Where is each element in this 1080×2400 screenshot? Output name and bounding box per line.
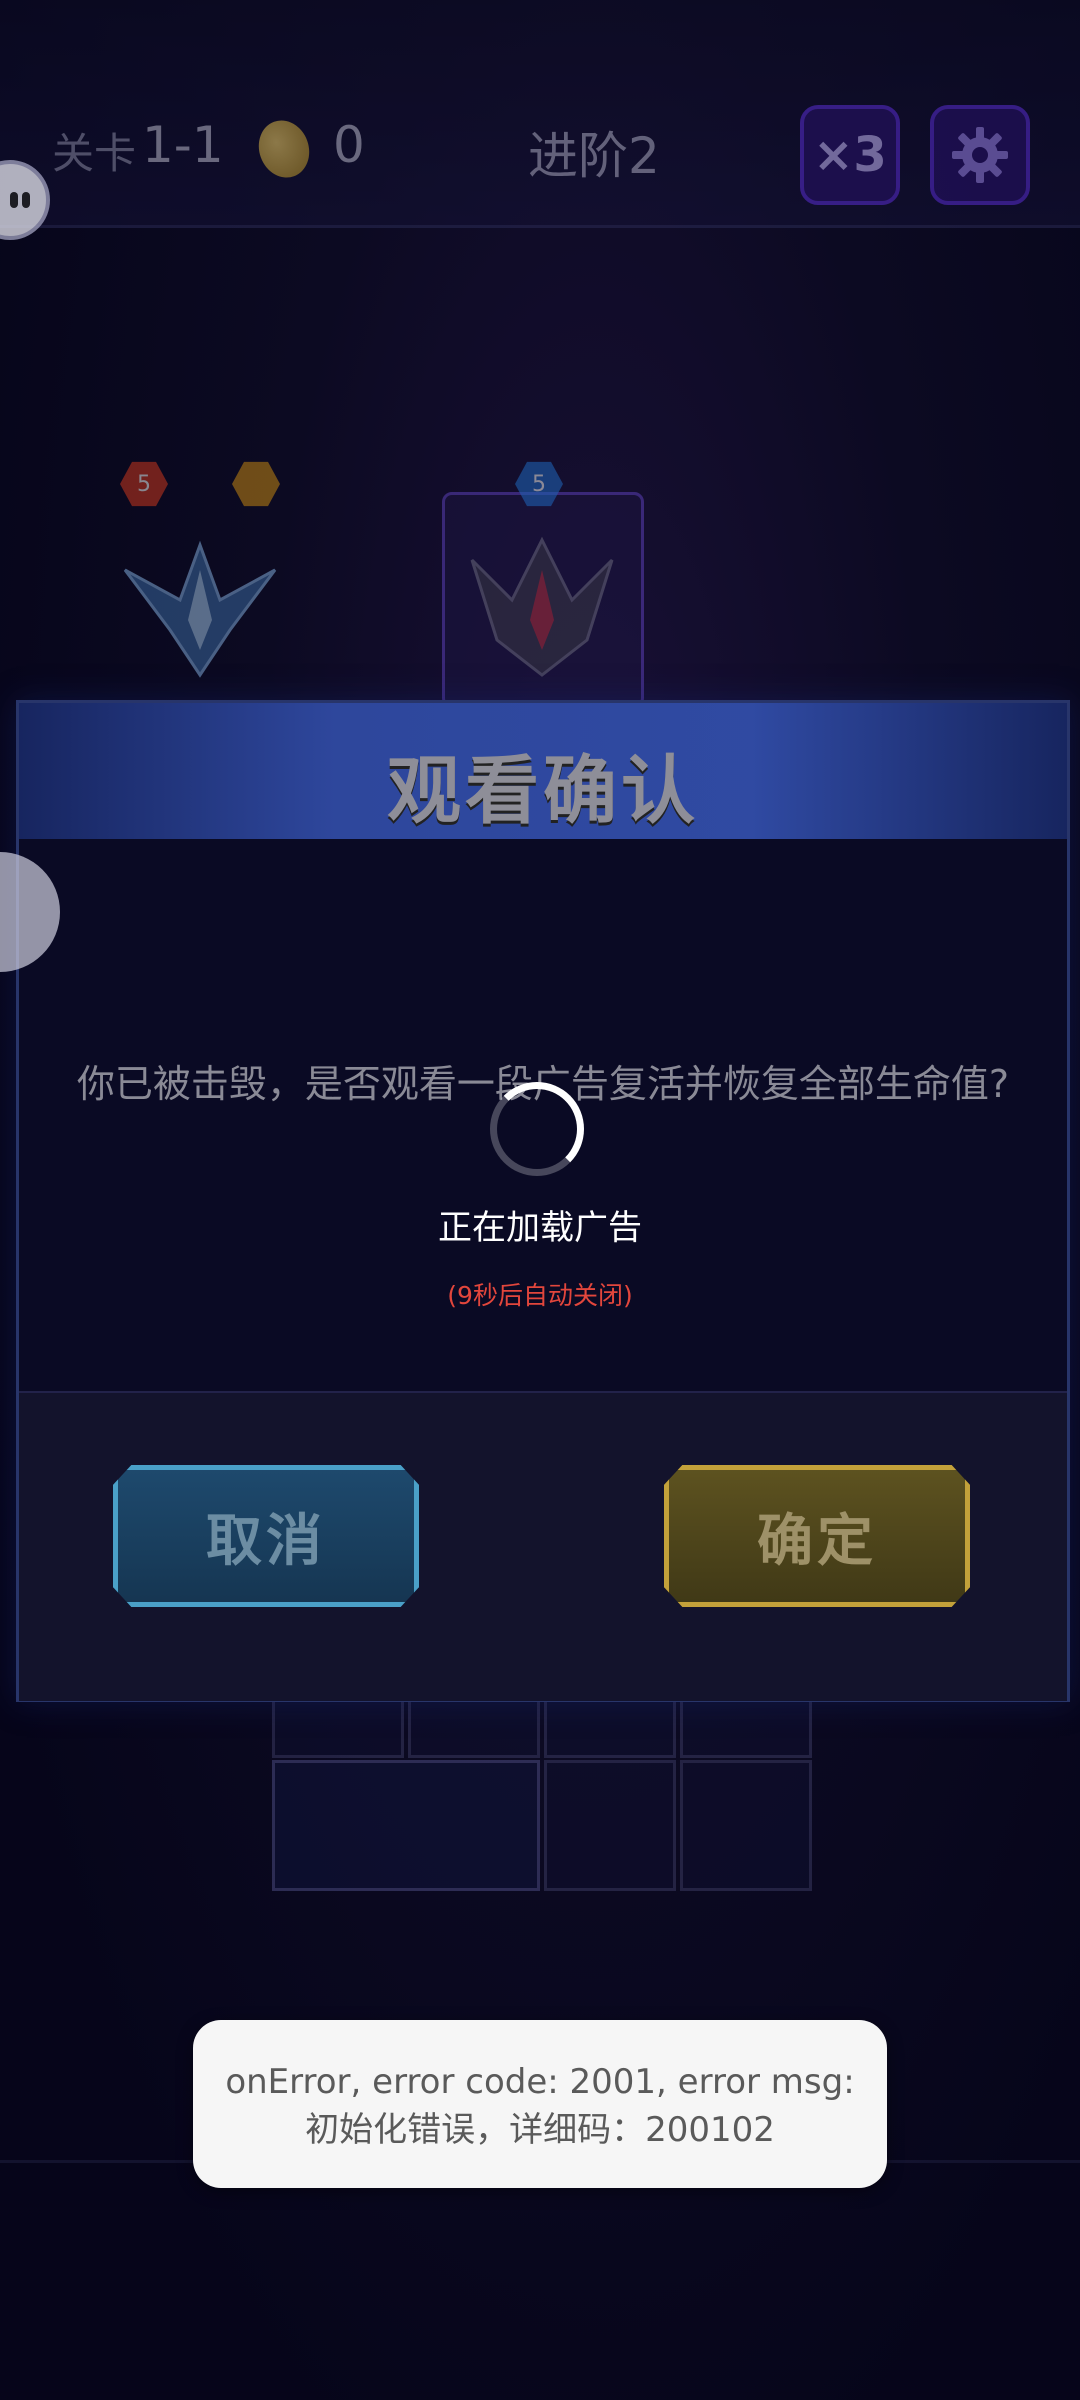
ship-level-badge: 5 — [120, 461, 168, 507]
settings-button[interactable] — [930, 105, 1030, 205]
error-toast-message: onError, error code: 2001, error msg: 初始… — [225, 2062, 855, 2150]
stage-label: 进阶2 — [528, 127, 660, 185]
dialog-title: 观看确认 — [387, 748, 699, 834]
confirm-button[interactable]: 确定 — [664, 1465, 970, 1607]
player-ship-icon — [123, 540, 277, 678]
top-hud: 关卡 1-1 0 进阶2 ×3 — [0, 0, 1080, 228]
game-screen: 关卡 1-1 0 进阶2 ×3 5 5 观看确认 你已被击毁，是否观看一段广告复… — [0, 0, 1080, 2400]
inventory-slot — [544, 1760, 676, 1891]
weapon-slot — [272, 1760, 540, 1891]
auto-close-countdown: (9秒后自动关闭) — [447, 1281, 633, 1310]
loading-text: 正在加载广告 — [438, 1208, 642, 1248]
level-label: 关卡 — [52, 129, 137, 178]
coin-icon — [250, 113, 318, 185]
speed-button[interactable]: ×3 — [800, 105, 900, 205]
gear-icon — [952, 127, 1008, 183]
loading-spinner-icon — [490, 1082, 584, 1176]
error-toast: onError, error code: 2001, error msg: 初始… — [193, 2020, 887, 2188]
cancel-button[interactable]: 取消 — [113, 1465, 419, 1607]
inventory-slot — [680, 1760, 812, 1891]
level-value: 1-1 — [142, 116, 224, 174]
enemy-ship-icon — [470, 536, 614, 677]
coin-count: 0 — [333, 116, 365, 174]
fire-badge-icon — [232, 461, 280, 507]
